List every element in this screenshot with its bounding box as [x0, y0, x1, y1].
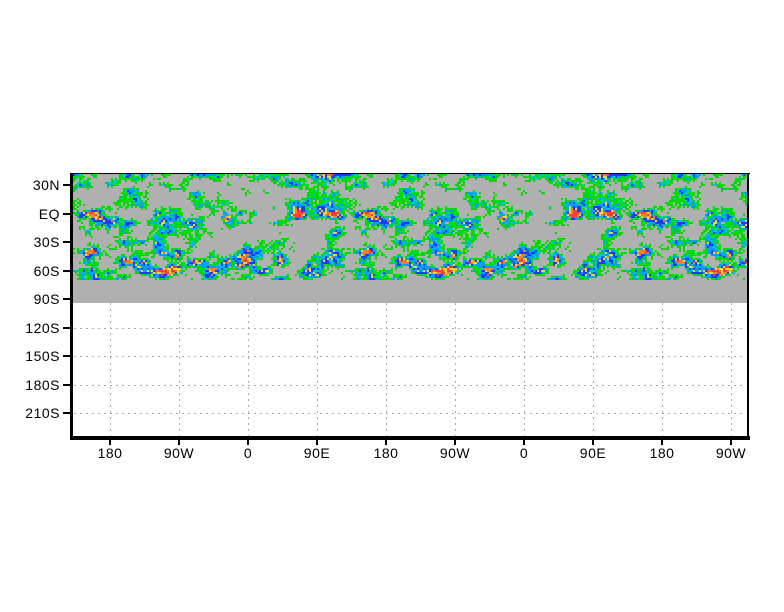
- y-tick-label: 30N: [32, 177, 60, 193]
- y-tick-label: 60S: [33, 263, 60, 279]
- vertical-gridline: [317, 303, 318, 436]
- y-axis-tick: [63, 412, 70, 414]
- shaded-field-canvas: [73, 174, 747, 280]
- vertical-gridline: [179, 303, 180, 436]
- vertical-gridline: [386, 303, 387, 436]
- x-tick-label: 90E: [579, 445, 607, 461]
- y-axis-tick: [63, 184, 70, 186]
- y-tick-label: 120S: [25, 320, 60, 336]
- vertical-gridline: [110, 303, 111, 436]
- x-tick-label: 90E: [303, 445, 331, 461]
- vertical-gridline: [593, 303, 594, 436]
- horizontal-gridline: [74, 413, 746, 414]
- x-tick-label: 180: [649, 445, 675, 461]
- x-tick-label: 0: [519, 445, 529, 461]
- x-tick-label: 90W: [163, 445, 195, 461]
- vertical-gridline: [731, 303, 732, 436]
- x-tick-label: 180: [97, 445, 123, 461]
- x-tick-label: 90W: [439, 445, 471, 461]
- y-axis-tick: [63, 384, 70, 386]
- vertical-gridline: [455, 303, 456, 436]
- x-tick-label: 0: [243, 445, 253, 461]
- x-tick-label: 90W: [715, 445, 747, 461]
- y-axis-tick: [63, 270, 70, 272]
- y-tick-label: 150S: [25, 348, 60, 364]
- horizontal-gridline: [74, 356, 746, 357]
- axis-bottom: [70, 436, 750, 440]
- vertical-gridline: [248, 303, 249, 436]
- y-tick-label: 30S: [33, 234, 60, 250]
- y-axis-tick: [63, 298, 70, 300]
- y-axis-tick: [63, 213, 70, 215]
- y-tick-label: 210S: [25, 405, 60, 421]
- y-tick-label: 180S: [25, 377, 60, 393]
- y-tick-label: 90S: [33, 291, 60, 307]
- y-tick-label: EQ: [38, 206, 60, 222]
- latitude-longitude-plot: 30N EQ 30S 60S 90S 120S 150S 180S 210S 180 90W 0 90E…: [25, 173, 750, 461]
- horizontal-gridline: [74, 328, 746, 329]
- y-axis-tick: [63, 241, 70, 243]
- vertical-gridline: [662, 303, 663, 436]
- axis-right: [747, 173, 749, 440]
- y-axis-tick: [63, 327, 70, 329]
- y-axis-tick: [63, 355, 70, 357]
- horizontal-gridline: [74, 385, 746, 386]
- x-tick-label: 180: [373, 445, 399, 461]
- vertical-gridline: [524, 303, 525, 436]
